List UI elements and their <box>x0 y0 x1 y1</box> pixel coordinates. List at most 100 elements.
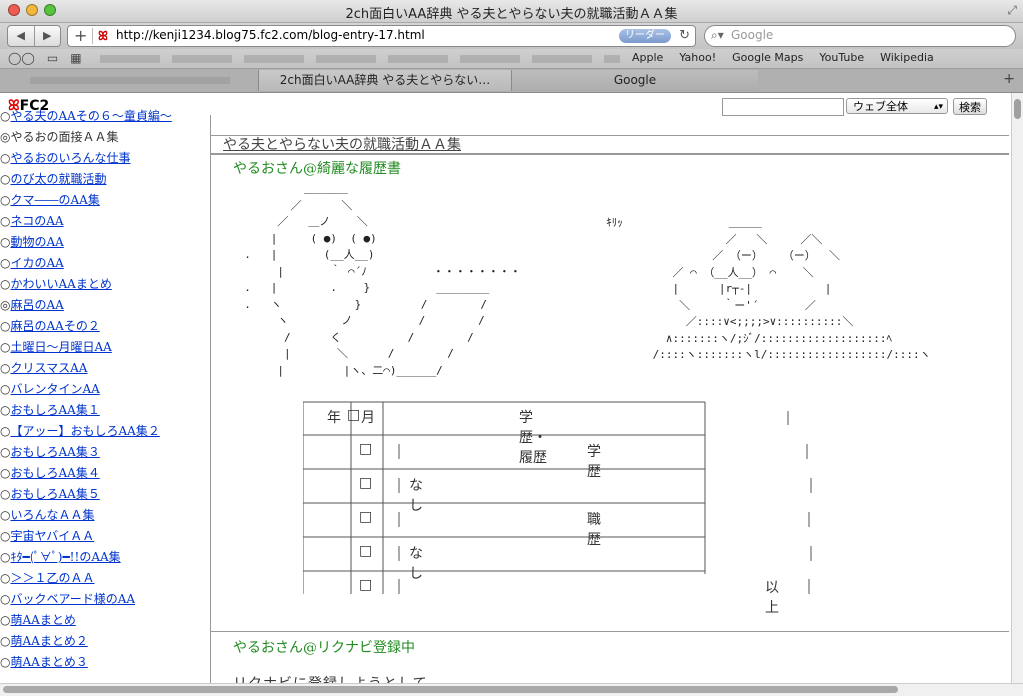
fc2-search-input[interactable] <box>722 98 844 116</box>
sidebar-item[interactable]: ○いろんなＡＡ集 <box>0 505 210 526</box>
select-arrows-icon: ▴▾ <box>933 102 943 112</box>
reload-icon[interactable]: ↻ <box>679 26 690 46</box>
sidebar-link[interactable]: 土曜日～月曜日AA <box>10 340 111 354</box>
search-placeholder: Google <box>731 28 774 42</box>
ascii-art-yaruo-kiri: ｷﾘｯ ＿＿＿ ／ ＼ ／＼ ／ （ー） （ー） ＼ ／ ⌒ （__人__） ⌒… <box>606 216 931 361</box>
sidebar-item[interactable]: ○バックベアード様のAA <box>0 589 210 610</box>
back-button[interactable]: ◀ <box>8 26 34 46</box>
sidebar-bullet: ○ <box>0 592 11 606</box>
sidebar-item[interactable]: ○萌AAまとめ３ <box>0 652 210 673</box>
sidebar-link[interactable]: バレンタインAA <box>10 382 99 396</box>
add-bookmark-icon[interactable]: + <box>74 26 87 46</box>
sidebar-item[interactable]: ○土曜日～月曜日AA <box>0 337 210 358</box>
sidebar-link[interactable]: 宇宙ヤバイＡＡ <box>10 529 94 543</box>
sidebar-item[interactable]: ○萌AAまとめ２ <box>0 631 210 652</box>
sidebar-link[interactable]: 麻呂のAA <box>10 298 63 312</box>
sidebar-link[interactable]: いろんなＡＡ集 <box>10 508 94 522</box>
section-divider <box>211 631 1009 632</box>
fc2-search-button[interactable]: 検索 <box>953 98 987 115</box>
bookmark-item[interactable]: Yahoo! <box>679 51 716 64</box>
section-title-1: やるおさん@綺麗な履歴書 <box>233 161 401 177</box>
horizontal-scrollbar[interactable] <box>0 683 1023 696</box>
sidebar-item[interactable]: ○おもしろAA集３ <box>0 442 210 463</box>
sidebar-link[interactable]: やる夫のAAその６～童貞編～ <box>10 109 171 123</box>
sidebar-link[interactable]: 動物のAA <box>10 235 63 249</box>
entry-header[interactable]: やる夫とやらない夫の就職活動ＡＡ集 <box>211 135 1009 155</box>
fc2-scope-select[interactable]: ウェブ全体 ▴▾ <box>846 98 948 114</box>
bookmarks-icon[interactable]: ▭ <box>47 51 58 65</box>
sidebar-link[interactable]: バックベアード様のAA <box>10 592 135 606</box>
sidebar-item[interactable]: ○萌AAまとめ <box>0 610 210 631</box>
sidebar-item[interactable]: ○動物のAA <box>0 232 210 253</box>
search-field[interactable]: ⌕▾ Google <box>704 25 1016 47</box>
sidebar-link[interactable]: 萌AAまとめ３ <box>10 655 87 669</box>
sidebar-item[interactable]: ○バレンタインAA <box>0 379 210 400</box>
sidebar-item[interactable]: ○おもしろAA集５ <box>0 484 210 505</box>
sidebar-link[interactable]: 萌AAまとめ２ <box>10 634 87 648</box>
top-sites-icon[interactable]: ▦ <box>70 51 81 65</box>
sidebar-item[interactable]: ○ネコのAA <box>0 211 210 232</box>
sidebar-bullet: ○ <box>0 382 11 396</box>
sidebar-item[interactable]: ○やるおのいろんな仕事 <box>0 148 210 169</box>
sidebar-item[interactable]: ○イカのAA <box>0 253 210 274</box>
sidebar-item[interactable]: ○【アッー】おもしろAA集２ <box>0 421 210 442</box>
sidebar-item[interactable]: ○おもしろAA集１ <box>0 400 210 421</box>
sidebar-link[interactable]: おもしろAA集１ <box>10 403 99 417</box>
sidebar-link[interactable]: おもしろAA集４ <box>10 466 99 480</box>
tab-google[interactable]: Google <box>511 70 758 91</box>
bookmark-item[interactable]: Wikipedia <box>880 51 934 64</box>
sidebar-item[interactable]: ○ｷﾀ━(ﾟ∀ﾟ)━!!のAA集 <box>0 547 210 568</box>
sidebar-link[interactable]: ｷﾀ━(ﾟ∀ﾟ)━!!のAA集 <box>10 550 120 564</box>
fullscreen-icon[interactable]: ⤢ <box>1007 3 1017 18</box>
sidebar-item[interactable]: ○宇宙ヤバイＡＡ <box>0 526 210 547</box>
sidebar-bullet: ○ <box>0 655 11 669</box>
reader-button[interactable]: リーダー <box>619 29 671 43</box>
resume-box: □ <box>359 441 373 457</box>
resume-month-label: 月 <box>361 410 375 426</box>
sidebar-link[interactable]: イカのAA <box>10 256 63 270</box>
sidebar-item[interactable]: ◎やるおの面接ＡＡ集 <box>0 127 210 148</box>
sidebar-bullet: ○ <box>0 466 11 480</box>
sidebar-link[interactable]: 【アッー】おもしろAA集２ <box>10 424 159 438</box>
vertical-scrollbar[interactable] <box>1011 93 1023 683</box>
new-tab-icon[interactable]: + <box>1003 71 1015 87</box>
sidebar-link[interactable]: やるおのいろんな仕事 <box>10 151 130 165</box>
sidebar-bullet: ○ <box>0 445 11 459</box>
sidebar-item[interactable]: ◎麻呂のAA <box>0 295 210 316</box>
bookmark-item[interactable]: Apple <box>632 51 663 64</box>
tab-bar: 2ch面白いAA辞典 やる夫とやらない… Google + <box>0 69 1023 93</box>
reading-list-icon[interactable]: ◯◯ <box>8 51 35 65</box>
sidebar-link[interactable]: ネコのAA <box>10 214 63 228</box>
address-bar[interactable]: + ꕤ http://kenji1234.blog75.fc2.com/blog… <box>67 25 696 47</box>
sidebar-item[interactable]: ○麻呂のAAその２ <box>0 316 210 337</box>
sidebar-link[interactable]: のび太の就職活動 <box>10 172 106 186</box>
horizontal-scroll-thumb[interactable] <box>3 686 898 693</box>
sidebar-item[interactable]: ○クリスマスAA <box>0 358 210 379</box>
sidebar-bullet: ○ <box>0 571 11 585</box>
sidebar-link[interactable]: 萌AAまとめ <box>10 613 75 627</box>
sidebar-item[interactable]: ○＞＞１乙のＡＡ <box>0 568 210 589</box>
tab-active[interactable]: 2ch面白いAA辞典 やる夫とやらない… <box>258 70 511 91</box>
sidebar-link[interactable]: クリスマスAA <box>10 361 87 375</box>
bookmark-item[interactable]: YouTube <box>819 51 864 64</box>
sidebar-link[interactable]: ＞＞１乙のＡＡ <box>10 571 94 585</box>
url-text[interactable]: http://kenji1234.blog75.fc2.com/blog-ent… <box>116 28 425 42</box>
sidebar-item[interactable]: ○おもしろAA集４ <box>0 463 210 484</box>
sidebar-bullet: ○ <box>0 172 11 186</box>
sidebar-item[interactable]: ○かわいいAAまとめ <box>0 274 210 295</box>
vertical-scroll-thumb[interactable] <box>1014 99 1021 119</box>
sidebar-item[interactable]: ○やる夫のAAその６～童貞編～ <box>0 106 210 127</box>
sidebar-link[interactable]: クマ――のAA集 <box>10 193 99 207</box>
sidebar-bullet: ○ <box>0 529 11 543</box>
section-body-2: リクナビに登録しようとして <box>233 673 428 683</box>
sidebar-link[interactable]: おもしろAA集５ <box>10 487 99 501</box>
bookmark-item[interactable]: Google Maps <box>732 51 803 64</box>
resume-education: 学歴 <box>587 444 601 480</box>
sidebar-item[interactable]: ○のび太の就職活動 <box>0 169 210 190</box>
resume-box: □ <box>359 509 373 525</box>
sidebar-link[interactable]: 麻呂のAAその２ <box>10 319 99 333</box>
forward-button[interactable]: ▶ <box>33 26 61 46</box>
sidebar-link[interactable]: かわいいAAまとめ <box>10 277 111 291</box>
sidebar-link[interactable]: おもしろAA集３ <box>10 445 99 459</box>
sidebar-item[interactable]: ○クマ――のAA集 <box>0 190 210 211</box>
